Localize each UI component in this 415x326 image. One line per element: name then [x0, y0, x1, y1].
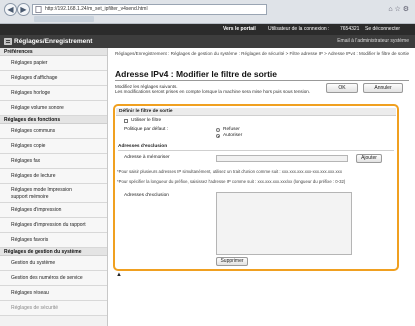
policy-deny-radio[interactable] [216, 128, 220, 132]
forward-icon[interactable]: ▶ [17, 3, 30, 16]
sidebar-item-dept-id[interactable]: Gestion des numéros de service [0, 271, 107, 286]
sidebar-item-system[interactable]: Gestion du système [0, 256, 107, 271]
sidebar-item-volume[interactable]: Réglage volume sonore [0, 101, 107, 116]
group-title: Définir le filtre de sortie [116, 108, 396, 116]
address-input-label: Adresse à mémoriser [124, 155, 170, 160]
user-id: 7654321 [340, 26, 360, 32]
user-label: Utilisateur de la connexion : [268, 26, 330, 32]
ok-button[interactable]: OK [326, 83, 358, 93]
title-divider [115, 80, 409, 81]
delete-button[interactable]: Supprimer [216, 257, 248, 266]
sidebar-section-title: Réglages de gestion du système [0, 248, 107, 256]
hint-text: *Pour saisir plusieurs adresses IP simul… [117, 169, 342, 174]
sidebar-item-favorites[interactable]: Réglages favoris [0, 233, 107, 248]
sidebar-item-copy[interactable]: Réglages copie [0, 139, 107, 154]
browser-toolbar: ◀ ▶ http://192.168.1.24/m_set_ipfilter_v… [0, 0, 415, 24]
sidebar-item-common[interactable]: Réglages communs [0, 124, 107, 139]
sidebar-item-fax[interactable]: Réglages fax [0, 154, 107, 169]
sidebar-item-clock[interactable]: Réglages horloge [0, 86, 107, 101]
cancel-button[interactable]: Annuler [363, 83, 403, 93]
app-title: Réglages/Enregistrement [14, 38, 93, 45]
address-input[interactable] [216, 155, 348, 162]
sidebar-item-scan[interactable]: Réglages de lecture [0, 169, 107, 184]
use-filter-label: Utiliser le filtre [131, 118, 162, 123]
browser-icons[interactable]: ⌂ ☆ ⚙ [388, 5, 409, 13]
address-bar[interactable]: http://192.168.1.24/m_set_ipfilter_v4sen… [32, 4, 267, 15]
back-icon[interactable]: ◀ [4, 3, 17, 16]
instruction-text: Modifiez les réglages suivants. Les modi… [115, 84, 325, 95]
sidebar-section-title: Préférences [0, 48, 107, 56]
sidebar-item-security[interactable]: Réglages de sécurité [0, 301, 107, 316]
use-filter-checkbox[interactable] [124, 119, 128, 123]
app-header: Réglages/Enregistrement Email à l'admini… [0, 35, 415, 48]
address-url: http://192.168.1.24/m_set_ipfilter_v4sen… [45, 6, 148, 12]
sidebar-item-report[interactable]: Réglages d'impression du rapport [0, 218, 107, 233]
exclusion-address-list[interactable] [216, 192, 352, 255]
admin-mail-link[interactable]: Email à l'administrateur système [337, 35, 409, 48]
settings-app-icon [4, 38, 12, 45]
page-icon [35, 6, 42, 13]
add-button[interactable]: Ajouter [356, 154, 382, 163]
sidebar-item-printer[interactable]: Réglages d'impression [0, 203, 107, 218]
main-panel: Réglages/Enregistrement : Réglages de ge… [108, 48, 415, 326]
page-title: Adresse IPv4 : Modifier le filtre de sor… [115, 69, 278, 79]
policy-label: Politique par défaut : [124, 127, 169, 132]
policy-allow-radio[interactable] [216, 134, 220, 138]
sidebar-item-display[interactable]: Réglages d'affichage [0, 71, 107, 86]
sidebar-section-title: Réglages des fonctions [0, 116, 107, 124]
policy-option-label: Autoriser [223, 133, 243, 138]
account-bar: Vers le portail Utilisateur de la connex… [0, 24, 415, 35]
hint-text: *Pour spécifier la longueur du préfixe, … [117, 179, 346, 184]
section-divider [118, 150, 394, 151]
portal-link[interactable]: Vers le portail [223, 24, 256, 35]
sidebar: Préférences Réglages papier Réglages d'a… [0, 48, 108, 326]
sidebar-item-paper[interactable]: Réglages papier [0, 56, 107, 71]
tab-strip[interactable] [34, 16, 94, 22]
logout-link[interactable]: Se déconnecter [365, 24, 400, 35]
exclusion-list-label: Adresses d'exclusion [124, 193, 169, 198]
sidebar-item-memory-print[interactable]: Réglages mode Impression support mémoire [0, 184, 107, 203]
instruction-line: Les modifications seront prises en compt… [115, 89, 311, 95]
sidebar-item-network[interactable]: Réglages réseau [0, 286, 107, 301]
page-top-icon[interactable]: ▲ [116, 272, 122, 278]
breadcrumb: Réglages/Enregistrement : Réglages de ge… [115, 51, 410, 56]
